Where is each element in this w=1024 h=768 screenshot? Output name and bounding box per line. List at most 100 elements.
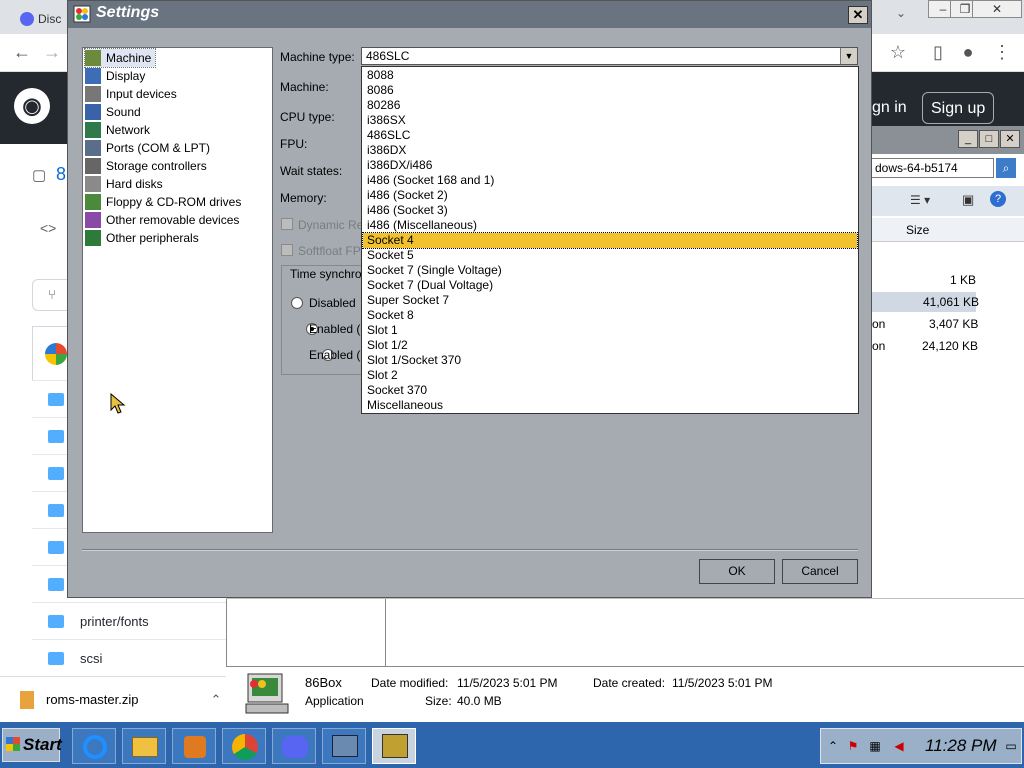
browser-tab-discord[interactable]: Disc — [8, 4, 72, 34]
dropdown-option[interactable]: 8086 — [363, 83, 857, 98]
dropdown-option[interactable]: Miscellaneous — [363, 398, 857, 413]
dropdown-option[interactable]: i486 (Socket 3) — [363, 203, 857, 218]
browser-menu-icon[interactable]: ⋮ — [990, 40, 1014, 64]
sign-up-button[interactable]: Sign up — [922, 92, 995, 124]
machine-type-select[interactable]: 486SLC — [361, 47, 858, 65]
time-sync-disabled-radio[interactable] — [291, 297, 303, 309]
category-storage-controllers[interactable]: Storage controllers — [85, 157, 207, 175]
discord-icon — [282, 736, 308, 758]
category-display[interactable]: Display — [85, 67, 145, 85]
explorer-maximize-button[interactable]: □ — [979, 130, 999, 148]
taskbar-app-discord[interactable] — [272, 728, 316, 764]
dropdown-option[interactable]: Super Socket 7 — [363, 293, 857, 308]
list-item[interactable]: printer/fonts — [32, 602, 226, 639]
details-created-label: Date created: — [593, 676, 666, 690]
softfloat-label: Softfloat FP — [298, 244, 361, 258]
folder-icon — [48, 466, 64, 480]
list-item[interactable]: scsi — [32, 639, 226, 676]
dropdown-option-highlighted[interactable]: Socket 4 — [362, 232, 858, 249]
category-other-peripherals[interactable]: Other peripherals — [85, 229, 199, 247]
search-icon[interactable]: ⌕ — [996, 158, 1016, 178]
media-player-icon — [184, 736, 206, 758]
github-logo-icon[interactable]: ◉ — [14, 88, 50, 124]
chevron-up-icon[interactable]: ⌃ — [210, 692, 221, 708]
repo-name-fragment[interactable]: 8 — [56, 164, 66, 185]
branch-icon[interactable]: ⑂ — [32, 279, 72, 311]
taskbar-app-chrome[interactable] — [222, 728, 266, 764]
show-desktop-icon[interactable]: ▭ — [1004, 738, 1018, 754]
download-filename[interactable]: roms-master.zip — [46, 692, 138, 707]
dropdown-option[interactable]: Slot 1/2 — [363, 338, 857, 353]
preview-pane-icon[interactable]: ▣ — [962, 192, 974, 208]
chevron-down-icon[interactable]: ▼ — [840, 48, 857, 64]
dropdown-option[interactable]: i486 (Socket 168 and 1) — [363, 173, 857, 188]
details-type: Application — [305, 694, 364, 708]
category-input-devices[interactable]: Input devices — [85, 85, 177, 103]
views-icon[interactable]: ☰ ▾ — [910, 193, 930, 207]
dropdown-option[interactable]: Slot 1/Socket 370 — [363, 353, 857, 368]
taskbar-app-network-manager[interactable] — [322, 728, 366, 764]
category-machine[interactable]: Machine — [83, 48, 157, 68]
back-arrow-icon[interactable]: ← — [10, 40, 34, 64]
close-icon[interactable]: ✕ — [848, 6, 868, 24]
explorer-close-button[interactable]: ✕ — [1000, 130, 1020, 148]
ok-button[interactable]: OK — [699, 559, 775, 584]
explorer-address-field[interactable]: dows-64-b5174 — [870, 158, 994, 178]
category-sound[interactable]: Sound — [85, 103, 141, 121]
explorer-toolbar: ☰ ▾ ▣ ? — [866, 186, 1024, 216]
row-size: 24,120 KB — [922, 339, 979, 353]
dropdown-option[interactable]: Socket 7 (Single Voltage) — [363, 263, 857, 278]
size-column-header[interactable]: Size — [906, 223, 929, 237]
explorer-minimize-button[interactable]: _ — [958, 130, 978, 148]
dropdown-option[interactable]: i386SX — [363, 113, 857, 128]
tab-search-chevron-icon[interactable]: ⌄ — [896, 6, 906, 20]
wait-states-label: Wait states: — [280, 164, 343, 178]
network-manager-icon — [332, 735, 358, 757]
dropdown-option[interactable]: i486 (Socket 2) — [363, 188, 857, 203]
bookmark-star-icon[interactable]: ☆ — [886, 40, 910, 64]
close-window-button[interactable]: ✕ — [972, 0, 1022, 18]
row-name-suffix: on — [872, 317, 886, 331]
network-tray-icon[interactable]: ▦ — [868, 738, 882, 754]
dropdown-option[interactable]: Socket 5 — [363, 248, 857, 263]
row-size: 41,061 KB — [923, 295, 980, 309]
time-sync-title: Time synchro — [288, 267, 364, 281]
action-center-icon[interactable]: ⚑ — [846, 738, 860, 754]
machine-label: Machine: — [280, 80, 329, 94]
category-network[interactable]: Network — [85, 121, 150, 139]
dropdown-option[interactable]: 80286 — [363, 98, 857, 113]
folder-icon — [48, 651, 64, 665]
taskbar-app-media-player[interactable] — [172, 728, 216, 764]
forward-arrow-icon[interactable]: → — [40, 40, 64, 64]
help-icon[interactable]: ? — [990, 191, 1006, 207]
dropdown-option[interactable]: Slot 2 — [363, 368, 857, 383]
dropdown-option[interactable]: i386DX/i486 — [363, 158, 857, 173]
taskbar-app-86box[interactable] — [372, 728, 416, 764]
dropdown-option[interactable]: Slot 1 — [363, 323, 857, 338]
dropdown-option[interactable]: i486 (Miscellaneous) — [363, 218, 857, 233]
category-ports[interactable]: Ports (COM & LPT) — [85, 139, 210, 157]
dropdown-option[interactable]: 8088 — [363, 68, 857, 83]
show-hidden-icons-chevron-icon[interactable]: ⌃ — [826, 738, 840, 754]
category-removable-devices[interactable]: Other removable devices — [85, 211, 239, 229]
softfloat-checkbox[interactable] — [281, 244, 293, 256]
dropdown-option[interactable]: Socket 370 — [363, 383, 857, 398]
code-tab-icon[interactable]: <> — [40, 220, 56, 236]
dynamic-recompiler-checkbox[interactable] — [281, 218, 293, 230]
taskbar-app-internet-explorer[interactable] — [72, 728, 116, 764]
machine-icon — [85, 50, 101, 66]
taskbar-app-file-explorer[interactable] — [122, 728, 166, 764]
category-hard-disks[interactable]: Hard disks — [85, 175, 163, 193]
profile-avatar-icon[interactable]: ● — [956, 40, 980, 64]
dropdown-option[interactable]: i386DX — [363, 143, 857, 158]
category-floppy-cdrom[interactable]: Floppy & CD-ROM drives — [85, 193, 241, 211]
taskbar-clock[interactable]: 11:28 PM — [925, 736, 997, 756]
dropdown-option[interactable]: Socket 8 — [363, 308, 857, 323]
volume-muted-icon[interactable]: ◀ — [892, 738, 906, 754]
removable-icon — [85, 212, 101, 228]
side-panel-icon[interactable]: ▯ — [926, 40, 950, 64]
folder-icon — [48, 503, 64, 517]
dropdown-option[interactable]: Socket 7 (Dual Voltage) — [363, 278, 857, 293]
cancel-button[interactable]: Cancel — [782, 559, 858, 584]
dropdown-option[interactable]: 486SLC — [363, 128, 857, 143]
